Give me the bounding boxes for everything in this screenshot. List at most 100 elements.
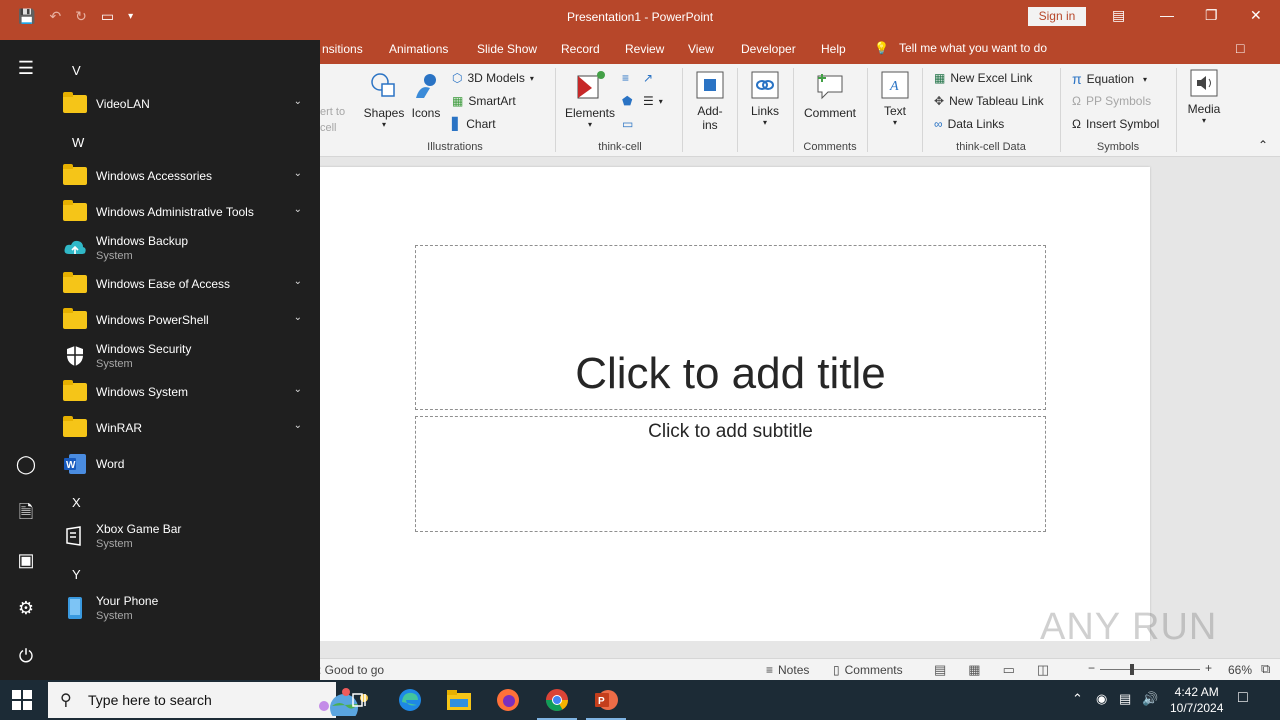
letter-header-x[interactable]: X <box>72 495 81 510</box>
close-icon[interactable]: ✕ <box>1250 7 1262 24</box>
3d-models-button[interactable]: ⬡ 3D Models ▾ <box>452 71 534 85</box>
normal-view-icon[interactable]: ▤ <box>934 662 946 678</box>
thinkcell-box-icon[interactable]: ▭ <box>622 117 633 131</box>
file-explorer-icon[interactable] <box>445 686 473 714</box>
edge-browser-icon[interactable] <box>396 686 424 714</box>
slide-sorter-icon[interactable]: ▦ <box>968 662 980 678</box>
data-links-button[interactable]: ∞ Data Links <box>934 117 1004 131</box>
ribbon-display-options-icon[interactable]: ▤ <box>1112 7 1125 24</box>
firefox-icon[interactable] <box>494 686 522 714</box>
thinkcell-list-icon[interactable]: ≡ <box>622 71 629 85</box>
notification-center-icon[interactable]: □ <box>1238 689 1248 707</box>
tell-me-search[interactable]: 💡 Tell me what you want to do <box>874 41 1047 55</box>
network-icon[interactable]: ▤ <box>1119 691 1131 707</box>
thinkcell-tag-icon[interactable]: ⬟ <box>622 94 632 108</box>
settings-gear-icon[interactable]: ⚙ <box>14 596 38 620</box>
sign-in-button[interactable]: Sign in <box>1028 7 1086 26</box>
zoom-out-icon[interactable]: − <box>1088 661 1095 675</box>
folder-icon <box>63 164 87 185</box>
new-excel-link-button[interactable]: ▦ New Excel Link <box>934 71 1032 85</box>
lightbulb-icon: 💡 <box>874 41 889 55</box>
equation-button[interactable]: π Equation ▾ <box>1072 71 1147 87</box>
minimize-icon[interactable]: — <box>1160 7 1174 23</box>
tab-developer[interactable]: Developer <box>741 42 796 56</box>
zoom-slider-handle[interactable] <box>1130 664 1134 675</box>
list-item-windows-backup[interactable]: Windows Backup System <box>62 230 312 266</box>
chrome-icon[interactable] <box>537 686 577 720</box>
text-button[interactable]: A Text ▾ <box>876 70 914 127</box>
show-hidden-icons-chevron-icon[interactable]: ⌃ <box>1072 691 1083 707</box>
list-item-windows-admin-tools[interactable]: Windows Administrative Tools ⌄ <box>62 194 312 230</box>
subtitle-placeholder[interactable]: Click to add subtitle <box>415 416 1046 532</box>
hamburger-menu-icon[interactable]: ☰ <box>14 56 38 80</box>
window-title: Presentation1 - PowerPoint <box>566 10 714 24</box>
thinkcell-bullets-icon[interactable]: ☰ ▾ <box>643 94 663 108</box>
fit-to-window-icon[interactable]: ⧉ <box>1261 661 1270 677</box>
smartart-button[interactable]: ▦ SmartArt <box>452 94 516 108</box>
volume-icon[interactable]: 🔊 <box>1142 691 1158 707</box>
links-button[interactable]: Links ▾ <box>746 70 784 127</box>
meet-now-icon[interactable]: ◉ <box>1096 691 1107 707</box>
tab-review[interactable]: Review <box>625 42 664 56</box>
new-tableau-link-button[interactable]: ✥ New Tableau Link <box>934 94 1044 108</box>
comments-button[interactable]: ▯ Comments <box>833 663 903 677</box>
taskbar-search-box[interactable]: ⚲ Type here to search <box>48 682 368 718</box>
collapse-ribbon-icon[interactable]: ⌃ <box>1258 138 1268 152</box>
zoom-in-icon[interactable]: + <box>1205 661 1212 675</box>
list-item-windows-system[interactable]: Windows System ⌄ <box>62 374 312 410</box>
tab-view[interactable]: View <box>688 42 714 56</box>
title-placeholder[interactable]: Click to add title <box>415 245 1046 410</box>
list-item-your-phone[interactable]: Your Phone System <box>62 590 312 626</box>
app-name: VideoLAN <box>96 96 150 111</box>
list-item-windows-powershell[interactable]: Windows PowerShell ⌄ <box>62 302 312 338</box>
notes-button[interactable]: ≡ Notes <box>766 663 809 677</box>
chevron-down-icon: ⌄ <box>293 384 302 395</box>
tab-animations[interactable]: Animations <box>389 42 448 56</box>
slide-canvas[interactable]: Click to add title Click to add subtitle <box>310 167 1150 641</box>
thinkcell-group-label: think-cell <box>598 141 642 153</box>
media-chevron-icon: ▾ <box>1201 116 1206 125</box>
pi-icon: π <box>1072 71 1082 87</box>
task-view-icon[interactable] <box>346 686 374 714</box>
tab-slide-show[interactable]: Slide Show <box>477 42 537 56</box>
reading-view-icon[interactable]: ▭ <box>1003 662 1015 678</box>
media-button[interactable]: Media ▾ <box>1184 68 1224 125</box>
letter-header-w[interactable]: W <box>72 135 84 150</box>
letter-header-v[interactable]: V <box>72 63 81 78</box>
system-clock[interactable]: 4:42 AM 10/7/2024 <box>1170 684 1223 716</box>
list-item-winrar[interactable]: WinRAR ⌄ <box>62 410 312 446</box>
power-icon[interactable]: ⏻ <box>14 644 38 668</box>
slideshow-view-icon[interactable]: ◫ <box>1037 662 1049 678</box>
comments-pane-icon[interactable]: □ <box>1236 40 1244 56</box>
zoom-slider[interactable] <box>1100 669 1200 670</box>
list-item-word[interactable]: W Word <box>62 446 312 482</box>
tab-transitions[interactable]: nsitions <box>322 42 363 56</box>
list-item-xbox-game-bar[interactable]: Xbox Game Bar System <box>62 518 312 554</box>
comment-button[interactable]: Comment <box>800 70 860 120</box>
chart-button[interactable]: ▋ Chart <box>452 117 496 131</box>
elements-button[interactable]: Elements ▾ <box>564 70 616 129</box>
restore-icon[interactable]: ❐ <box>1205 7 1218 24</box>
link-icon <box>751 71 779 99</box>
list-item-windows-accessories[interactable]: Windows Accessories ⌄ <box>62 158 312 194</box>
powerpoint-icon[interactable]: P <box>586 686 626 720</box>
convert-to-thinkcell-button[interactable]: ert to cell <box>320 74 348 136</box>
list-item-windows-ease-of-access[interactable]: Windows Ease of Access ⌄ <box>62 266 312 302</box>
windows-start-icon[interactable] <box>12 690 32 710</box>
user-account-icon[interactable]: ◯ <box>14 452 38 476</box>
add-ins-button[interactable]: Add- ins <box>690 70 730 132</box>
tab-help[interactable]: Help <box>821 42 846 56</box>
list-item-windows-security[interactable]: Windows Security System <box>62 338 312 374</box>
pictures-icon[interactable]: ▣ <box>14 548 38 572</box>
insert-symbol-button[interactable]: Ω Insert Symbol <box>1072 117 1159 131</box>
accessibility-status[interactable]: y: Good to go <box>312 663 384 677</box>
tab-record[interactable]: Record <box>561 42 600 56</box>
list-item-videolan[interactable]: VideoLAN ⌄ <box>62 86 312 122</box>
zoom-level[interactable]: 66% <box>1228 663 1252 677</box>
shapes-button[interactable]: Shapes ▾ <box>362 70 406 129</box>
letter-header-y[interactable]: Y <box>72 567 81 582</box>
icons-button[interactable]: Icons <box>408 70 444 120</box>
links-label: Links <box>750 104 779 118</box>
thinkcell-connector-icon[interactable]: ↗ <box>643 71 653 85</box>
documents-icon[interactable]: 🗎 <box>14 500 38 524</box>
